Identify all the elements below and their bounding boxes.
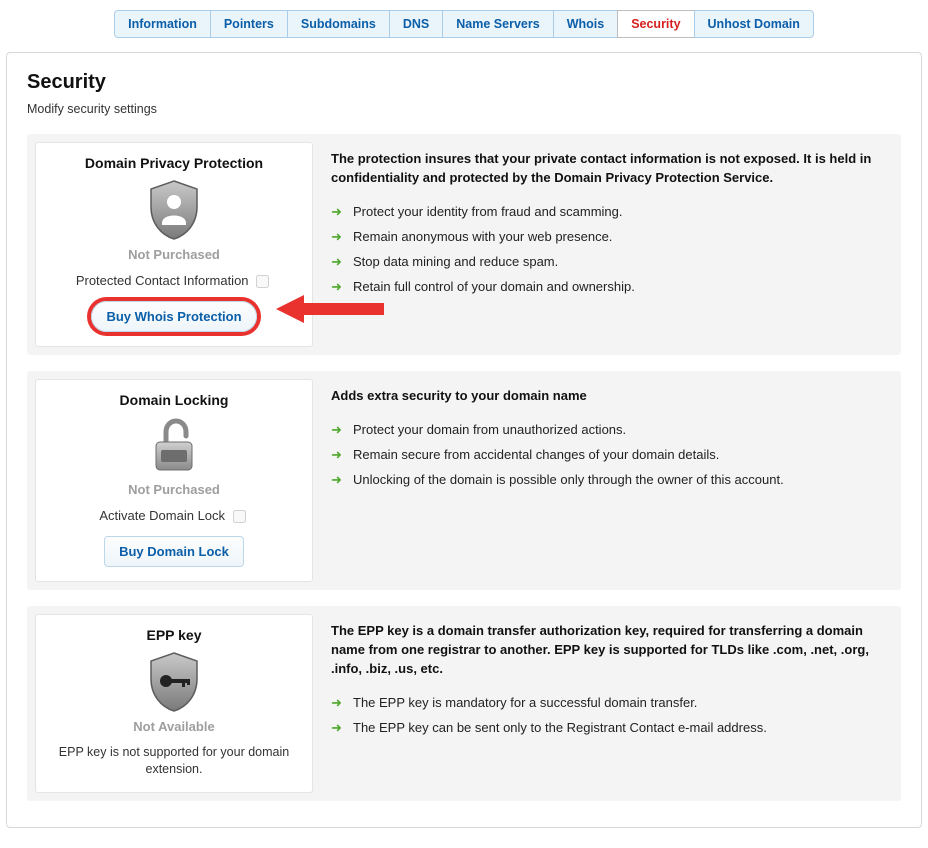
shield-person-icon xyxy=(44,179,304,241)
locking-bullet: Protect your domain from unauthorized ac… xyxy=(331,422,887,437)
tab-name-servers[interactable]: Name Servers xyxy=(442,10,553,38)
epp-description: The EPP key is a domain transfer authori… xyxy=(331,614,893,793)
locking-option: Activate Domain Lock xyxy=(44,507,304,526)
locking-section: Domain Locking Not Purchased xyxy=(27,371,901,590)
locking-title: Domain Locking xyxy=(44,392,304,408)
tab-dns[interactable]: DNS xyxy=(389,10,443,38)
page-title: Security xyxy=(27,71,901,94)
privacy-section: Domain Privacy Protection Not Purchased xyxy=(27,134,901,355)
tab-subdomains[interactable]: Subdomains xyxy=(287,10,390,38)
epp-desc-text: The EPP key is a domain transfer authori… xyxy=(331,622,887,679)
privacy-option-label: Protected Contact Information xyxy=(76,273,249,288)
tab-pointers[interactable]: Pointers xyxy=(210,10,288,38)
privacy-option: Protected Contact Information xyxy=(44,272,304,291)
locking-card: Domain Locking Not Purchased xyxy=(35,379,313,582)
privacy-bullet: Protect your identity from fraud and sca… xyxy=(331,204,887,219)
tab-security[interactable]: Security xyxy=(617,10,694,38)
privacy-bullet: Retain full control of your domain and o… xyxy=(331,279,887,294)
tab-whois[interactable]: Whois xyxy=(553,10,619,38)
buy-domain-lock-button[interactable]: Buy Domain Lock xyxy=(104,536,244,567)
epp-bullet: The EPP key can be sent only to the Regi… xyxy=(331,720,887,735)
locking-option-label: Activate Domain Lock xyxy=(99,508,225,523)
tab-information[interactable]: Information xyxy=(114,10,211,38)
epp-note: EPP key is not supported for your domain… xyxy=(44,744,304,778)
shield-key-icon xyxy=(44,651,304,713)
privacy-description: The protection insures that your private… xyxy=(331,142,893,347)
epp-title: EPP key xyxy=(44,627,304,643)
epp-bullet: The EPP key is mandatory for a successfu… xyxy=(331,695,887,710)
privacy-option-checkbox[interactable] xyxy=(256,275,269,288)
privacy-title: Domain Privacy Protection xyxy=(44,155,304,171)
epp-section: EPP key Not Av xyxy=(27,606,901,801)
buy-whois-protection-button[interactable]: Buy Whois Protection xyxy=(91,301,256,332)
privacy-bullet: Remain anonymous with your web presence. xyxy=(331,229,887,244)
page-subtitle: Modify security settings xyxy=(27,102,901,116)
privacy-desc-text: The protection insures that your private… xyxy=(331,150,887,188)
epp-card: EPP key Not Av xyxy=(35,614,313,793)
content-panel: Security Modify security settings Domain… xyxy=(6,52,922,828)
privacy-bullet: Stop data mining and reduce spam. xyxy=(331,254,887,269)
locking-desc-text: Adds extra security to your domain name xyxy=(331,387,887,406)
locking-bullet: Remain secure from accidental changes of… xyxy=(331,447,887,462)
locking-description: Adds extra security to your domain name … xyxy=(331,379,893,582)
tab-unhost-domain[interactable]: Unhost Domain xyxy=(694,10,814,38)
locking-option-checkbox[interactable] xyxy=(233,510,246,523)
epp-status: Not Available xyxy=(44,719,304,734)
lock-open-icon xyxy=(44,416,304,476)
locking-status: Not Purchased xyxy=(44,482,304,497)
privacy-status: Not Purchased xyxy=(44,247,304,262)
locking-bullet: Unlocking of the domain is possible only… xyxy=(331,472,887,487)
privacy-card: Domain Privacy Protection Not Purchased xyxy=(35,142,313,347)
tab-bar: Information Pointers Subdomains DNS Name… xyxy=(6,0,922,38)
